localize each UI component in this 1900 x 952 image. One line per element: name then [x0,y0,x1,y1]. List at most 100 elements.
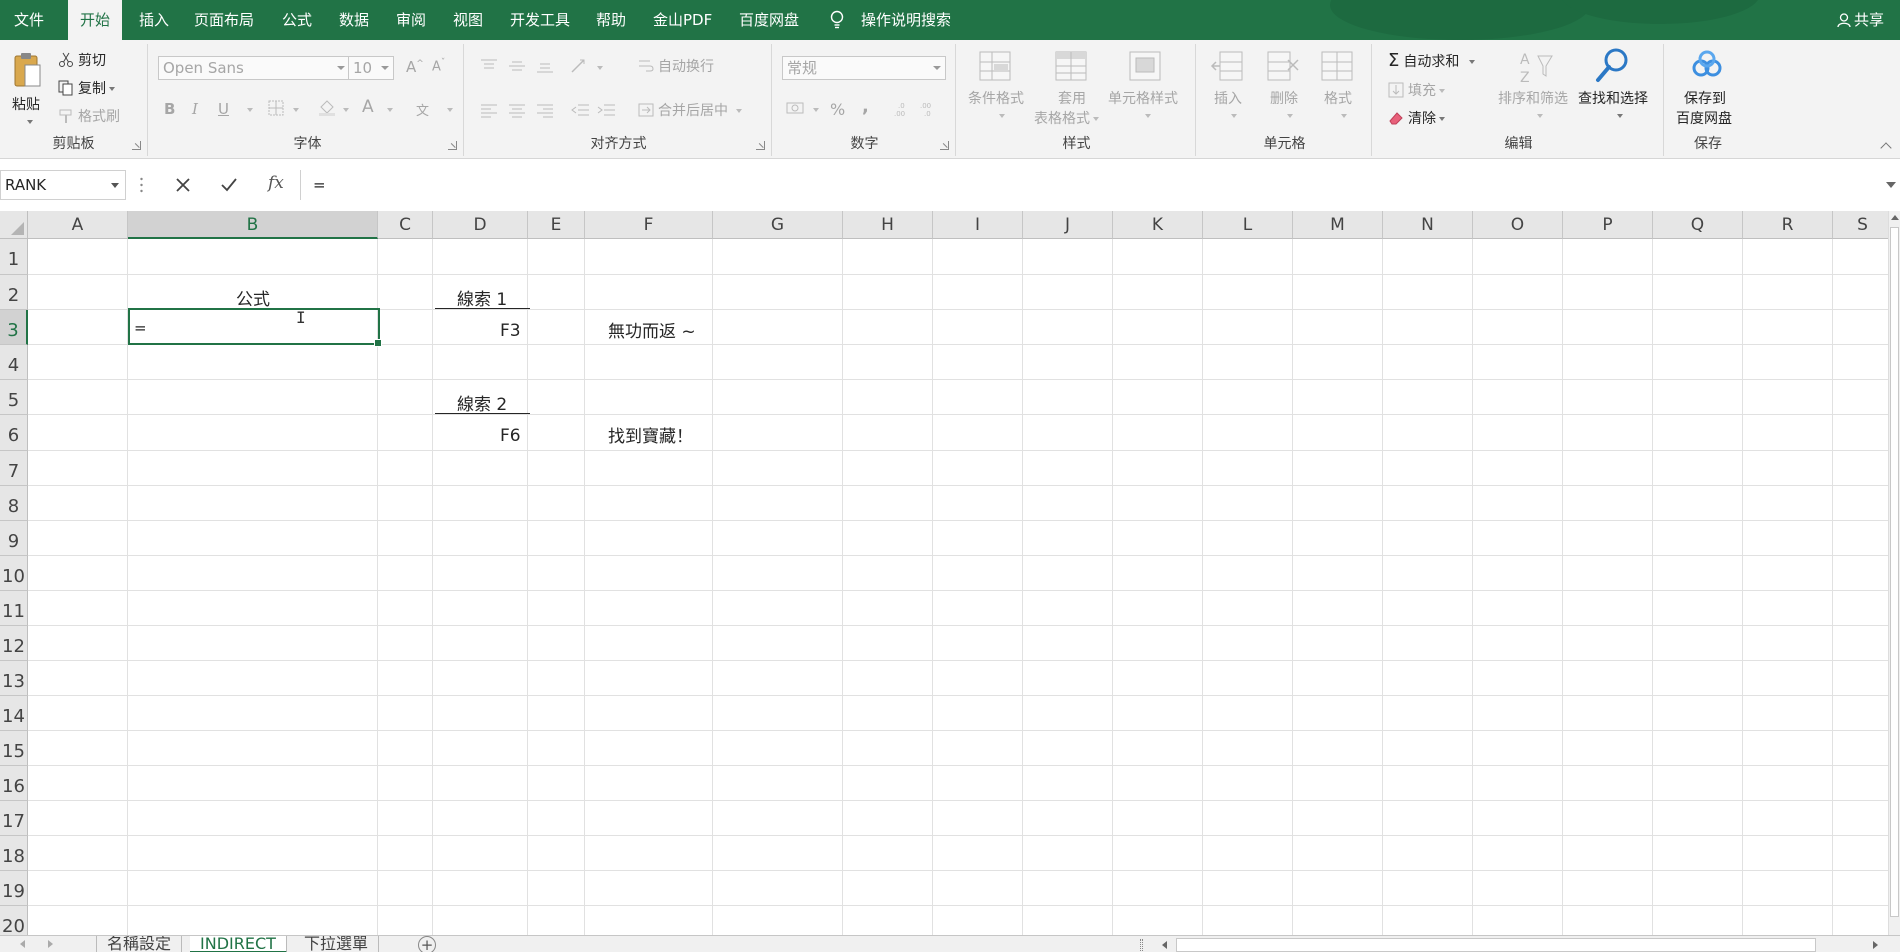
align-right-icon[interactable] [536,102,554,118]
row-header-15[interactable]: 15 [0,731,28,766]
prev-sheet-icon[interactable] [20,940,25,948]
find-select-icon[interactable] [1592,46,1632,86]
sort-filter-dropdown[interactable] [1537,114,1543,118]
insert-function-button[interactable]: fx [268,173,284,193]
borders-icon[interactable] [268,100,284,116]
font-size-combo[interactable]: 10 [348,56,394,80]
format-as-table-button[interactable]: 表格格式 [1034,108,1099,128]
delete-cells-icon[interactable] [1266,50,1302,84]
column-header-d[interactable]: D [433,211,528,239]
accounting-format-icon[interactable] [786,100,806,116]
row-header-20[interactable]: 20 [0,906,28,935]
menu-insert[interactable]: 插入 [137,0,171,40]
alignment-launcher[interactable] [756,141,765,150]
align-middle-icon[interactable] [508,58,526,74]
sort-filter-button[interactable]: 排序和筛选 [1498,88,1568,108]
scroll-left-icon[interactable] [1162,941,1167,949]
cell-B2[interactable]: 公式 [236,285,270,310]
increase-indent-icon[interactable] [596,102,616,118]
align-bottom-icon[interactable] [536,58,554,74]
insert-cells-dropdown[interactable] [1231,114,1237,118]
sheet-tab-indirect[interactable]: INDIRECT [190,936,287,952]
scroll-up-icon[interactable] [1891,215,1899,220]
format-painter-button[interactable]: 格式刷 [58,106,120,126]
menu-data[interactable]: 数据 [337,0,371,40]
copy-button[interactable]: 复制 [58,78,115,98]
column-header-b[interactable]: B [128,211,378,239]
row-header-6[interactable]: 6 [0,415,28,451]
row-header-8[interactable]: 8 [0,486,28,521]
bold-button[interactable]: B [164,100,175,118]
worksheet-grid[interactable]: ABCDEFGHIJKLMNOPQRS 1 2 3 4 5 6 7 8 9 10 11 12 13 14 1… [0,211,1888,935]
paste-dropdown[interactable] [27,120,33,124]
paste-icon[interactable] [12,50,42,90]
row-header-11[interactable]: 11 [0,591,28,626]
cell-styles-icon[interactable] [1128,50,1164,84]
menu-file[interactable]: 文件 [12,0,46,40]
cell-F3[interactable]: 無功而返 ~ [608,317,696,342]
decrease-indent-icon[interactable] [570,102,590,118]
menu-page-layout[interactable]: 页面布局 [192,0,256,40]
horizontal-scroll-thumb[interactable] [1176,938,1816,952]
borders-dropdown[interactable] [293,108,299,112]
cell-D5[interactable]: 線索 2 [457,390,507,415]
cancel-icon[interactable] [172,174,194,196]
cell-F6[interactable]: 找到寶藏！ [608,422,693,447]
underline-button[interactable]: U [218,100,229,118]
row-header-7[interactable]: 7 [0,451,28,486]
tell-me-search[interactable]: 操作说明搜索 [859,0,953,40]
column-header-g[interactable]: G [713,211,843,239]
fill-color-dropdown[interactable] [343,108,349,112]
format-as-table-icon[interactable] [1054,50,1090,84]
column-header-p[interactable]: P [1563,211,1653,239]
formula-input[interactable]: = [300,170,1888,200]
number-format-combo[interactable]: 常规 [782,56,946,80]
merge-center-button[interactable]: 合并后居中 [638,100,742,120]
column-header-c[interactable]: C [378,211,433,239]
paste-button[interactable]: 粘贴 [12,94,40,114]
find-select-button[interactable]: 查找和选择 [1578,88,1648,108]
tab-split-handle-icon[interactable] [1140,939,1143,951]
column-header-q[interactable]: Q [1653,211,1743,239]
conditional-formatting-dropdown[interactable] [999,114,1005,118]
phonetic-dropdown[interactable] [447,108,453,112]
fill-button[interactable]: 填充 [1388,80,1445,100]
fill-color-icon[interactable] [318,98,336,116]
cell-styles-dropdown[interactable] [1145,114,1151,118]
orientation-dropdown[interactable] [597,66,603,70]
menu-baidu-netdisk[interactable]: 百度网盘 [737,0,801,40]
column-header-l[interactable]: L [1203,211,1293,239]
orientation-icon[interactable] [570,58,590,74]
column-header-o[interactable]: O [1473,211,1563,239]
share-button[interactable]: 共享 [1837,0,1884,40]
autosum-button[interactable]: Σ 自动求和 [1388,50,1476,71]
next-sheet-icon[interactable] [48,940,53,948]
underline-dropdown[interactable] [247,108,253,112]
menu-kingsoft-pdf[interactable]: 金山PDF [651,0,714,40]
row-header-5[interactable]: 5 [0,380,28,415]
name-box[interactable]: RANK [0,170,126,200]
format-cells-icon[interactable] [1320,50,1356,84]
sheet-tab-name-settings[interactable]: 名稱設定 [96,936,183,952]
column-header-k[interactable]: K [1113,211,1203,239]
format-cells-dropdown[interactable] [1341,114,1347,118]
save-to-line1[interactable]: 保存到 [1684,88,1726,108]
scroll-right-icon[interactable] [1873,941,1878,949]
row-header-16[interactable]: 16 [0,766,28,801]
row-header-3[interactable]: 3 [0,310,28,345]
column-header-r[interactable]: R [1743,211,1833,239]
menu-developer[interactable]: 开发工具 [508,0,572,40]
column-header-h[interactable]: H [843,211,933,239]
clear-button[interactable]: 清除 [1388,108,1445,128]
italic-button[interactable]: I [192,100,198,118]
cell-D2[interactable]: 線索 1 [457,285,507,310]
cut-button[interactable]: 剪切 [58,50,106,70]
font-color-dropdown[interactable] [387,108,393,112]
save-to-netdisk-button[interactable]: 百度网盘 [1676,108,1732,128]
wrap-text-button[interactable]: 自动换行 [638,56,714,76]
active-cell-cursor[interactable] [128,308,382,347]
font-name-combo[interactable]: Open Sans [158,56,350,80]
row-header-12[interactable]: 12 [0,626,28,661]
row-header-2[interactable]: 2 [0,275,28,310]
menu-help[interactable]: 帮助 [594,0,628,40]
